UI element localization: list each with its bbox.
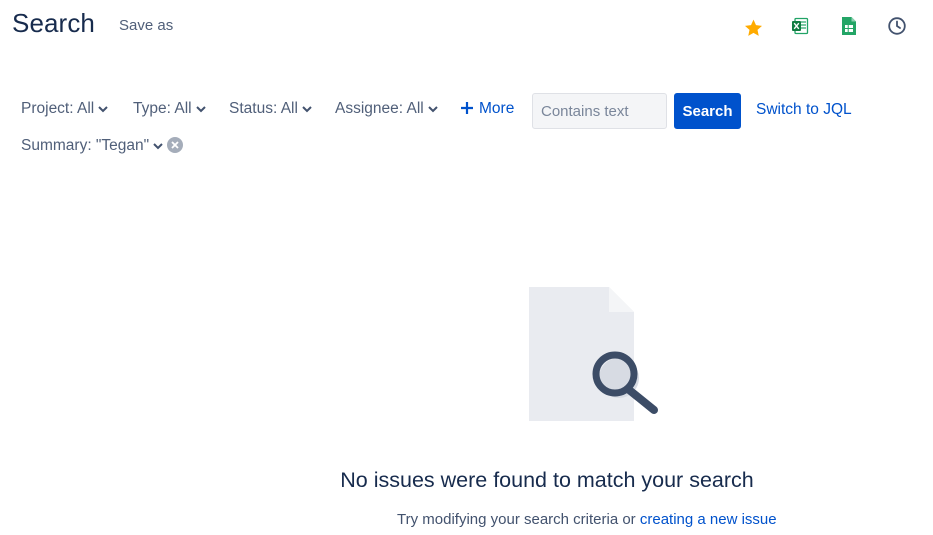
excel-export-icon[interactable]: [789, 15, 811, 37]
empty-state-hint: Try modifying your search criteria or cr…: [397, 511, 777, 528]
status-filter[interactable]: Status: All: [229, 100, 312, 118]
chevron-down-icon: [195, 105, 206, 113]
no-results-illustration: [527, 286, 663, 422]
star-icon[interactable]: [742, 17, 764, 39]
type-filter-label: Type: All: [133, 100, 192, 117]
chevron-down-icon: [428, 105, 438, 113]
assignee-filter-label: Assignee: All: [335, 100, 424, 117]
more-filters-button[interactable]: More: [460, 100, 514, 118]
summary-filter[interactable]: Summary: "Tegan": [21, 137, 163, 155]
chevron-down-icon: [302, 105, 312, 113]
assignee-filter[interactable]: Assignee: All: [335, 100, 438, 118]
search-button[interactable]: Search: [674, 93, 741, 129]
type-filter[interactable]: Type: All: [133, 100, 206, 118]
plus-icon: [460, 100, 474, 116]
more-filters-label: More: [479, 100, 515, 117]
status-filter-label: Status: All: [229, 100, 298, 117]
create-issue-link[interactable]: creating a new issue: [640, 511, 777, 528]
chevron-down-icon: [153, 142, 163, 150]
project-filter-label: Project: All: [21, 100, 95, 117]
clock-icon[interactable]: [886, 15, 908, 37]
header-actions: [0, 15, 933, 39]
sheets-export-icon[interactable]: [838, 15, 860, 37]
chevron-down-icon: [98, 105, 108, 113]
summary-filter-label: Summary: "Tegan": [21, 137, 150, 154]
empty-state-hint-text: Try modifying your search criteria or: [397, 511, 640, 528]
empty-state-title: No issues were found to match your searc…: [340, 468, 754, 492]
project-filter[interactable]: Project: All: [21, 100, 108, 118]
clear-filter-icon[interactable]: [167, 137, 183, 153]
switch-to-jql-link[interactable]: Switch to JQL: [756, 101, 852, 119]
search-input[interactable]: [532, 93, 667, 129]
